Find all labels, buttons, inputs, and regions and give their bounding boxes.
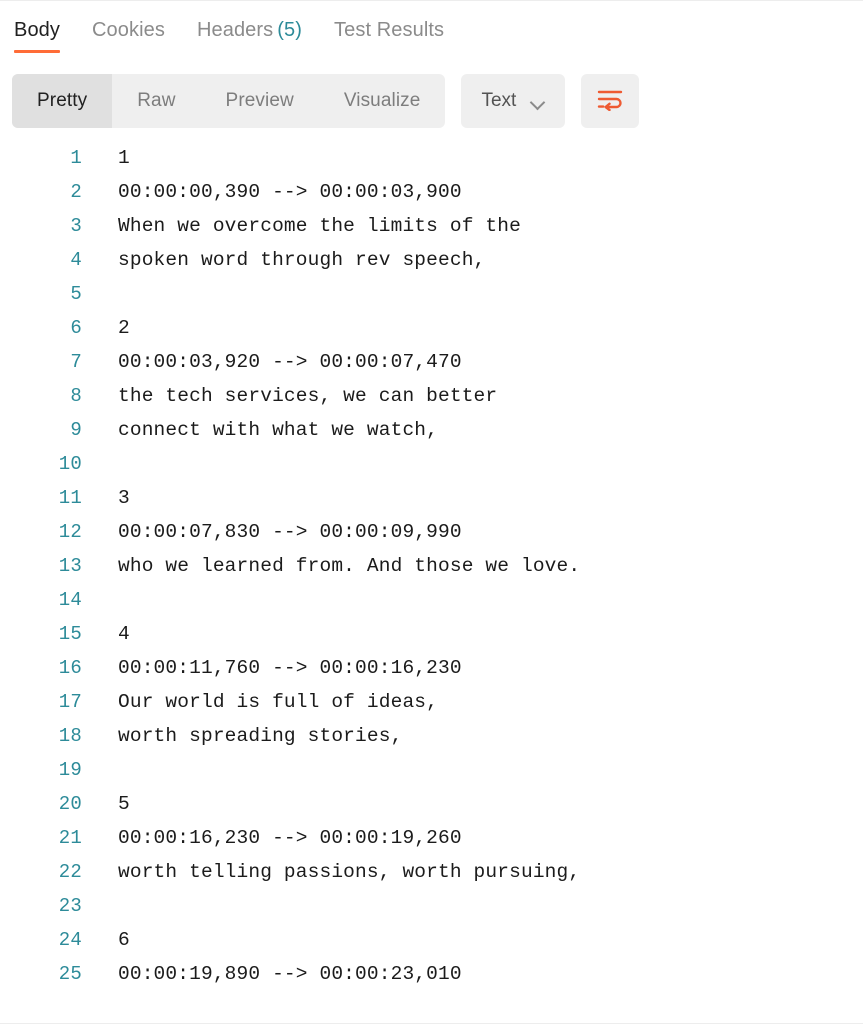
line-number: 2 — [70, 181, 82, 203]
line-number: 6 — [70, 317, 82, 339]
code-line: 18 worth spreading stories, — [0, 719, 863, 753]
code-line: 13 who we learned from. And those we love… — [0, 549, 863, 583]
code-line: 25 00:00:19,890 --> 00:00:23,010 — [0, 957, 863, 991]
response-tab-count: (5) — [277, 19, 303, 41]
response-tab-headers[interactable]: Headers (5) — [197, 17, 302, 53]
line-content: 00:00:07,830 --> 00:00:09,990 — [118, 521, 462, 543]
code-line: 24 6 — [0, 923, 863, 957]
line-content: 00:00:19,890 --> 00:00:23,010 — [118, 963, 462, 985]
line-content: 6 — [118, 929, 130, 951]
line-number: 4 — [70, 249, 82, 271]
line-content: worth telling passions, worth pursuing, — [118, 861, 581, 883]
line-content: who we learned from. And those we love. — [118, 555, 581, 577]
word-wrap-button[interactable] — [581, 74, 640, 128]
code-line: 8 the tech services, we can better — [0, 379, 863, 413]
response-tab-label: Test Results — [334, 19, 445, 41]
line-content: When we overcome the limits of the — [118, 215, 521, 237]
line-number: 10 — [58, 453, 82, 475]
code-line: 5 — [0, 277, 863, 311]
line-number: 21 — [58, 827, 82, 849]
code-line: 11 3 — [0, 481, 863, 515]
code-line: 20 5 — [0, 787, 863, 821]
line-number: 19 — [58, 759, 82, 781]
line-number: 12 — [58, 521, 82, 543]
code-line: 22 worth telling passions, worth pursuing… — [0, 855, 863, 889]
code-line: 3 When we overcome the limits of the — [0, 209, 863, 243]
code-line: 17 Our world is full of ideas, — [0, 685, 863, 719]
line-number: 3 — [70, 215, 82, 237]
code-line: 19 — [0, 753, 863, 787]
line-content: worth spreading stories, — [118, 725, 403, 747]
line-number: 8 — [70, 385, 82, 407]
response-tab-cookies[interactable]: Cookies — [92, 17, 165, 53]
view-mode-segmented-control[interactable]: Pretty Raw Preview Visualize — [12, 74, 446, 128]
view-mode-visualize[interactable]: Visualize — [319, 74, 446, 128]
line-content: 4 — [118, 623, 130, 645]
response-tab-label: Headers — [196, 19, 274, 41]
response-tab-label: Cookies — [92, 19, 165, 41]
line-number: 22 — [58, 861, 82, 883]
code-line: 21 00:00:16,230 --> 00:00:19,260 — [0, 821, 863, 855]
format-language-dropdown[interactable]: Text — [461, 74, 566, 128]
code-lines-container: 1 1 2 00:00:00,390 --> 00:00:03,900 3 When we… — [0, 135, 863, 1023]
code-line: 4 spoken word through rev speech, — [0, 243, 863, 277]
line-number: 1 — [70, 147, 82, 169]
view-mode-pretty[interactable]: Pretty — [12, 74, 113, 128]
line-content: Our world is full of ideas, — [118, 691, 439, 713]
line-number: 18 — [58, 725, 82, 747]
line-content: 00:00:11,760 --> 00:00:16,230 — [118, 657, 462, 679]
line-number: 25 — [58, 963, 82, 985]
format-language-label: Text — [481, 90, 517, 111]
line-content: 00:00:00,390 --> 00:00:03,900 — [118, 181, 462, 203]
line-number: 16 — [58, 657, 82, 679]
code-line: 7 00:00:03,920 --> 00:00:07,470 — [0, 345, 863, 379]
line-number: 5 — [70, 283, 82, 305]
line-number: 24 — [58, 929, 82, 951]
response-tab-test-results[interactable]: Test Results — [334, 17, 444, 53]
code-line: 15 4 — [0, 617, 863, 651]
response-body-code-area[interactable]: 1 1 2 00:00:00,390 --> 00:00:03,900 3 When we… — [0, 135, 863, 1024]
code-line: 11 — [0, 141, 863, 175]
code-line: 16 00:00:11,760 --> 00:00:16,230 — [0, 651, 863, 685]
line-content: 00:00:16,230 --> 00:00:19,260 — [118, 827, 462, 849]
line-content: 3 — [118, 487, 130, 509]
code-line: 14 — [0, 583, 863, 617]
code-line: 12 00:00:07,830 --> 00:00:09,990 — [0, 515, 863, 549]
view-mode-raw[interactable]: Raw — [112, 74, 200, 128]
line-number: 15 — [58, 623, 82, 645]
code-line: 62 — [0, 311, 863, 345]
line-number: 9 — [70, 419, 82, 441]
line-number: 23 — [58, 895, 82, 917]
response-viewer: Body Cookies Headers (5) Test Results Pretty… — [0, 0, 863, 1024]
line-content: 00:00:03,920 --> 00:00:07,470 — [118, 351, 462, 373]
line-number: 17 — [58, 691, 82, 713]
view-mode-preview[interactable]: Preview — [201, 74, 319, 128]
line-number: 11 — [58, 487, 82, 509]
line-content: connect with what we watch, — [118, 419, 439, 441]
line-content: 5 — [118, 793, 130, 815]
code-line: 10 — [0, 447, 863, 481]
code-line: 23 — [0, 889, 863, 923]
chevron-down-icon — [530, 97, 545, 106]
line-number: 20 — [58, 793, 82, 815]
line-content: 2 — [118, 317, 130, 339]
response-tab-label: Body — [14, 19, 60, 41]
response-tab-bar: Body Cookies Headers (5) Test Results — [0, 1, 863, 67]
response-format-toolbar: Pretty Raw Preview Visualize Text — [0, 67, 863, 135]
response-tab-body[interactable]: Body — [14, 17, 60, 53]
line-number: 13 — [58, 555, 82, 577]
code-line: 2 00:00:00,390 --> 00:00:03,900 — [0, 175, 863, 209]
line-number: 14 — [58, 589, 82, 611]
word-wrap-icon — [597, 87, 623, 116]
line-content: the tech services, we can better — [118, 385, 498, 407]
line-content: spoken word through rev speech, — [118, 249, 486, 271]
line-content: 1 — [118, 147, 130, 169]
code-line: 9 connect with what we watch, — [0, 413, 863, 447]
line-number: 7 — [70, 351, 82, 373]
